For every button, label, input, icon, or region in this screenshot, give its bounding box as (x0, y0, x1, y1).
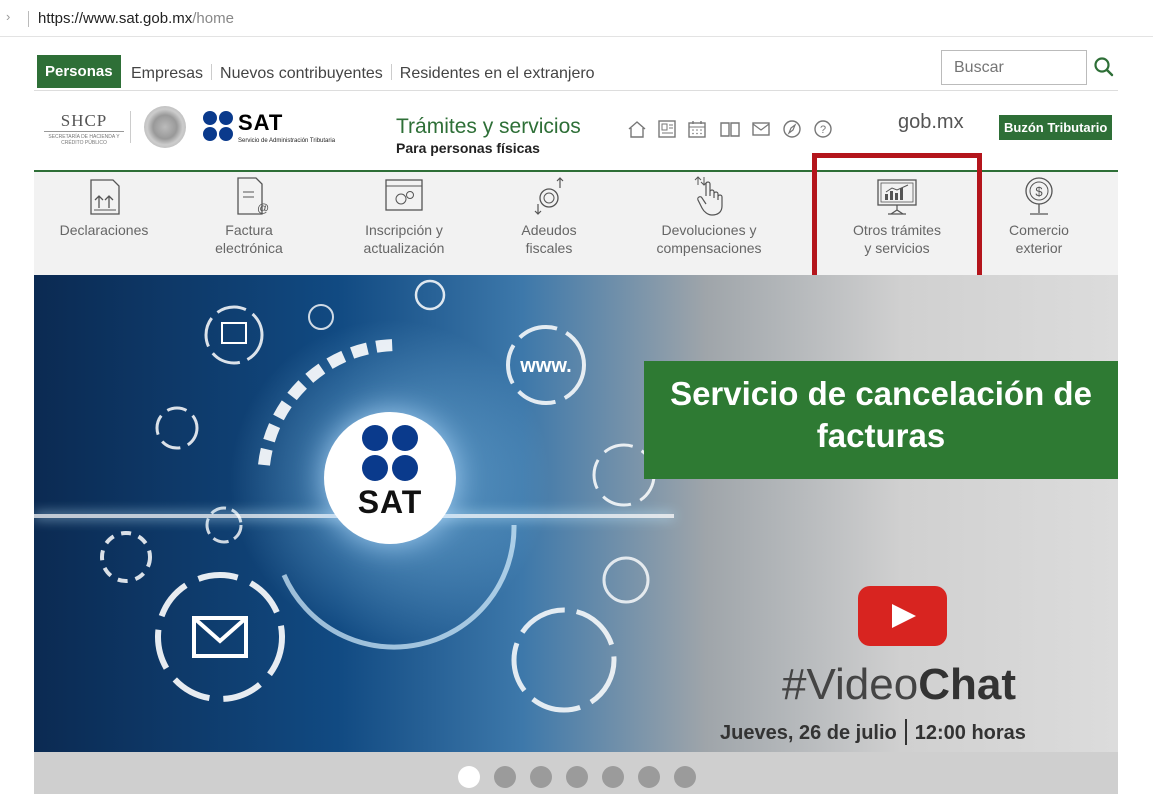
carousel-dot[interactable] (494, 766, 516, 788)
carousel-dot[interactable] (566, 766, 588, 788)
svg-text:?: ? (820, 124, 826, 136)
shcp-logo[interactable]: SHCP SECRETARÍA DE HACIENDA Y CRÉDITO PÚ… (44, 111, 124, 146)
videochat-bold: Chat (918, 660, 1016, 709)
service-declaraciones[interactable]: Declaraciones (49, 172, 159, 275)
service-label-line1: Devoluciones y (661, 222, 757, 238)
sat-page: Personas Empresas Nuevos contribuyentes Re… (34, 38, 1118, 794)
factura-icon: @ (237, 177, 269, 215)
promo-banner[interactable]: Servicio de cancelación de facturas (644, 361, 1118, 479)
shcp-logo-text: SHCP (44, 111, 124, 132)
service-label-line1: Adeudos (521, 222, 577, 238)
section-title-main: Trámites y servicios (396, 115, 581, 138)
event-day: Jueves, 26 de julio (720, 722, 897, 744)
service-label: Devoluciones y compensaciones (634, 221, 784, 257)
url-host: https://www.sat.gob.mx (38, 10, 193, 27)
comercio-exterior-icon: $ (1025, 177, 1053, 215)
www-label: www. (519, 355, 571, 377)
hero-banner[interactable]: www. SAT Servicio de cancelación de fact… (34, 275, 1118, 752)
nav-link-residentes-extranjero[interactable]: Residentes en el extranjero (400, 65, 595, 82)
service-label-line2: electrónica (215, 240, 283, 256)
section-title: Trámites y servicios Para personas físic… (396, 115, 581, 156)
service-adeudos-fiscales[interactable]: Adeudos fiscales (494, 172, 604, 275)
service-label: Declaraciones (49, 221, 159, 239)
carousel-dot[interactable] (458, 766, 480, 788)
sat-emblem-dots-icon (362, 425, 418, 481)
adeudos-icon (534, 177, 564, 215)
page-margin (0, 38, 34, 794)
sat-emblem-text: SAT (357, 484, 423, 520)
search-input[interactable] (952, 51, 1076, 84)
carousel-dot[interactable] (530, 766, 552, 788)
promo-title-line2: facturas (816, 417, 946, 454)
calendar-icon[interactable] (686, 118, 708, 140)
mexico-seal-icon (144, 106, 186, 148)
search-icon[interactable] (1092, 53, 1116, 81)
service-label: Comercio exterior (984, 221, 1094, 257)
address-bar-divider (28, 11, 29, 27)
service-label-line1: Inscripción y (365, 222, 443, 238)
service-devoluciones[interactable]: Devoluciones y compensaciones (634, 172, 784, 275)
service-label-line2: exterior (1015, 240, 1063, 256)
document-icon[interactable] (656, 118, 678, 140)
address-bar-lead: › (6, 9, 11, 24)
nav-link-nuevos-contribuyentes[interactable]: Nuevos contribuyentes (220, 65, 383, 82)
service-label: Inscripción y actualización (339, 221, 469, 257)
carousel-dots (34, 752, 1118, 794)
help-icon[interactable]: ? (812, 118, 834, 140)
address-bar[interactable]: › https://www.sat.gob.mx/home (0, 0, 1153, 37)
devoluciones-icon (694, 176, 723, 216)
section-title-sub: Para personas físicas (396, 140, 540, 156)
compass-icon[interactable] (781, 118, 803, 140)
service-label-line1: Comercio (1009, 222, 1069, 238)
promo-title-line1: Servicio de cancelación de (670, 375, 1092, 412)
event-time: 12:00 horas (914, 722, 1026, 744)
service-label-line2: compensaciones (656, 240, 762, 256)
svg-text:$: $ (1035, 184, 1043, 199)
tab-personas[interactable]: Personas (37, 55, 121, 88)
logo-divider (130, 111, 131, 143)
service-comercio-exterior[interactable]: $ Comercio exterior (984, 172, 1094, 275)
sat-emblem: SAT (324, 412, 456, 544)
service-factura-electronica[interactable]: @ Factura electrónica (194, 172, 304, 275)
url-text[interactable]: https://www.sat.gob.mx/home (38, 10, 234, 27)
nav-divider (211, 64, 213, 80)
carousel-dot[interactable] (602, 766, 624, 788)
service-label-line1: Declaraciones (59, 222, 149, 238)
svg-text:@: @ (257, 201, 269, 215)
top-nav: Personas Empresas Nuevos contribuyentes Re… (34, 50, 1118, 90)
shcp-logo-subtext: SECRETARÍA DE HACIENDA Y CRÉDITO PÚBLICO (48, 134, 120, 146)
book-icon[interactable] (719, 118, 741, 140)
play-triangle (892, 604, 916, 628)
event-date: Jueves, 26 de julio 12:00 horas (720, 719, 1026, 745)
nav-links: Empresas Nuevos contribuyentes Residentes … (131, 64, 595, 83)
buzon-tributario-button[interactable]: Buzón Tributario (999, 115, 1113, 140)
url-path: /home (192, 10, 234, 27)
service-inscripcion[interactable]: Inscripción y actualización (339, 172, 469, 275)
carousel-dot[interactable] (674, 766, 696, 788)
service-label: Adeudos fiscales (494, 221, 604, 257)
home-icon[interactable] (626, 118, 648, 140)
service-label-line2: actualización (363, 240, 445, 256)
nav-link-empresas[interactable]: Empresas (131, 65, 203, 82)
gobmx-link[interactable]: gob.mx (898, 111, 964, 134)
sat-logo[interactable]: SAT Servicio de Administración Tributari… (202, 110, 382, 150)
declaraciones-icon (90, 179, 120, 215)
service-label-line1: Factura (225, 222, 273, 238)
mail-icon[interactable] (750, 118, 772, 140)
sat-logo-text: SAT (238, 110, 284, 135)
sat-logo-subtext: Servicio de Administración Tributaria (238, 138, 336, 144)
videochat-title: #VideoChat (782, 660, 1016, 710)
sat-dots-icon (203, 111, 233, 141)
carousel-dot[interactable] (638, 766, 660, 788)
service-label-line2: fiscales (525, 240, 573, 256)
nav-divider (390, 64, 392, 80)
service-label: Factura electrónica (194, 221, 304, 257)
videochat-light: #Video (782, 660, 919, 709)
youtube-play-icon[interactable] (858, 586, 947, 646)
event-date-divider (904, 719, 907, 745)
inscripcion-icon (385, 179, 423, 211)
search-box (941, 50, 1087, 85)
